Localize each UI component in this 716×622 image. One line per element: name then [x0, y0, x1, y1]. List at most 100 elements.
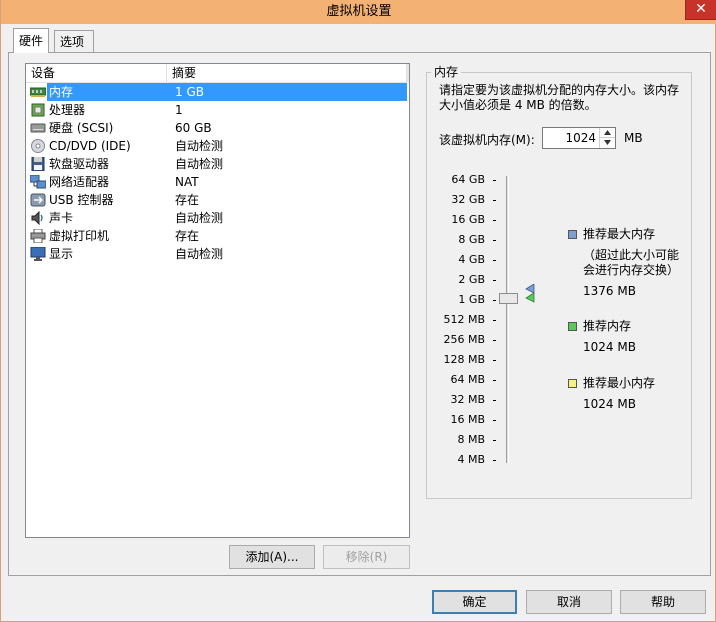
row-highlight [47, 83, 407, 101]
close-button[interactable]: ✕ [685, 0, 716, 20]
device-summary: 60 GB [175, 121, 212, 135]
device-summary: 存在 [175, 193, 200, 207]
scale-tick-label: 8 MB [457, 433, 485, 446]
spin-up-button[interactable] [599, 128, 615, 138]
legend-max-note: （超过此大小可能会进行内存交换） [583, 248, 680, 277]
tab-options[interactable]: 选项 [54, 30, 94, 52]
legend-swatch-min [568, 379, 577, 388]
scale-tick-mark [493, 300, 496, 301]
scale-tick-mark [493, 440, 496, 441]
device-name: 声卡 [49, 211, 74, 225]
scale-tick-mark [493, 460, 496, 461]
device-name: USB 控制器 [49, 193, 114, 207]
scale-tick-mark [493, 320, 496, 321]
device-summary: NAT [175, 175, 199, 189]
device-summary: 自动检测 [175, 157, 224, 171]
ok-button[interactable]: 确定 [432, 590, 517, 614]
scale-tick-mark [493, 260, 496, 261]
device-row-processor[interactable]: 处理器 1 [26, 101, 409, 119]
scale-tick-label: 128 MB [443, 353, 485, 366]
scale-tick-mark [493, 380, 496, 381]
usb-icon [30, 193, 46, 207]
scale-tick-label: 16 MB [450, 413, 485, 426]
recommended-markers-icon [525, 284, 535, 303]
legend-max-value: 1376 MB [583, 284, 636, 298]
remove-button[interactable]: 移除(R) [323, 545, 410, 569]
title-bar: 虚拟机设置 ✕ [1, 0, 716, 24]
cd-dvd-icon [31, 139, 45, 153]
legend-min-value: 1024 MB [583, 397, 636, 411]
vm-settings-window: 虚拟机设置 ✕ 硬件 选项 设备 摘要 内存 1 GB 处理器 1 硬盘 (SC… [0, 0, 716, 622]
legend-recommended-value: 1024 MB [583, 340, 636, 354]
tab-options-label: 选项 [60, 35, 85, 49]
add-button[interactable]: 添加(A)... [229, 545, 315, 569]
column-header-device[interactable]: 设备 [26, 64, 167, 83]
device-name: 软盘驱动器 [49, 157, 110, 171]
legend-recommended-label: 推荐内存 [583, 319, 632, 333]
close-icon: ✕ [695, 1, 707, 17]
memory-value-input[interactable]: 1024 [565, 130, 596, 146]
arrow-up-icon [604, 130, 611, 135]
window-title: 虚拟机设置 [326, 4, 392, 19]
device-summary: 自动检测 [175, 139, 224, 153]
processor-icon [31, 103, 45, 117]
device-name: 显示 [49, 247, 74, 261]
scale-tick-label: 16 GB [451, 213, 485, 226]
device-name: 内存 [49, 85, 74, 99]
arrow-down-icon [604, 140, 611, 145]
scale-tick-mark [493, 220, 496, 221]
memory-spinbox[interactable]: 1024 [542, 127, 616, 149]
memory-field-label: 该虚拟机内存(M): [439, 133, 535, 147]
device-row-sound[interactable]: 声卡 自动检测 [26, 209, 409, 227]
device-row-usb[interactable]: USB 控制器 存在 [26, 191, 409, 209]
scale-tick-mark [493, 340, 496, 341]
device-name: 网络适配器 [49, 175, 110, 189]
scale-tick-label: 512 MB [443, 313, 485, 326]
help-button[interactable]: 帮助 [620, 590, 706, 614]
scale-tick-mark [493, 360, 496, 361]
device-row-printer[interactable]: 虚拟打印机 存在 [26, 227, 409, 245]
device-row-hard-disk[interactable]: 硬盘 (SCSI) 60 GB [26, 119, 409, 137]
floppy-icon [31, 157, 45, 171]
sound-icon [31, 211, 43, 225]
memory-slider-thumb[interactable] [499, 293, 518, 304]
header-edge [407, 64, 409, 83]
device-summary: 1 GB [175, 85, 204, 99]
scale-tick-mark [493, 200, 496, 201]
device-row-display[interactable]: 显示 自动检测 [26, 245, 409, 263]
scale-tick-label: 32 GB [451, 193, 485, 206]
network-icon [30, 175, 46, 189]
device-row-cd-dvd[interactable]: CD/DVD (IDE) 自动检测 [26, 137, 409, 155]
printer-icon [30, 229, 46, 243]
device-summary: 自动检测 [175, 247, 224, 261]
scale-tick-label: 4 GB [458, 253, 485, 266]
scale-tick-mark [493, 420, 496, 421]
scale-tick-label: 32 MB [450, 393, 485, 406]
spin-down-button[interactable] [599, 138, 615, 148]
scale-tick-label: 64 GB [451, 173, 485, 186]
legend-swatch-max [568, 230, 577, 239]
tab-hardware[interactable]: 硬件 [13, 28, 49, 53]
memory-icon [30, 87, 46, 97]
memory-description: 请指定要为该虚拟机分配的内存大小。该内存大小值必须是 4 MB 的倍数。 [439, 83, 680, 112]
device-row-floppy[interactable]: 软盘驱动器 自动检测 [26, 155, 409, 173]
device-name: 硬盘 (SCSI) [49, 121, 114, 135]
device-summary: 自动检测 [175, 211, 224, 225]
scale-tick-mark [493, 240, 496, 241]
legend-swatch-recommended [568, 322, 577, 331]
device-row-memory[interactable]: 内存 1 GB [26, 83, 409, 101]
device-row-network[interactable]: 网络适配器 NAT [26, 173, 409, 191]
scale-tick-label: 64 MB [450, 373, 485, 386]
memory-scale: 64 GB 32 GB 16 GB 8 GB 4 GB 2 GB 1 GB 51… [431, 170, 531, 470]
scale-tick-mark [493, 400, 496, 401]
tab-hardware-label: 硬件 [19, 34, 44, 48]
scale-tick-label: 2 GB [458, 273, 485, 286]
memory-slider-track[interactable] [506, 176, 509, 463]
hard-disk-icon [30, 123, 46, 133]
memory-group-title: 内存 [431, 64, 462, 80]
device-summary: 存在 [175, 229, 200, 243]
column-header-summary[interactable]: 摘要 [167, 64, 407, 83]
scale-tick-mark [493, 180, 496, 181]
cancel-button[interactable]: 取消 [526, 590, 612, 614]
device-list[interactable]: 设备 摘要 内存 1 GB 处理器 1 硬盘 (SCSI) 60 GB CD/D… [25, 63, 410, 538]
